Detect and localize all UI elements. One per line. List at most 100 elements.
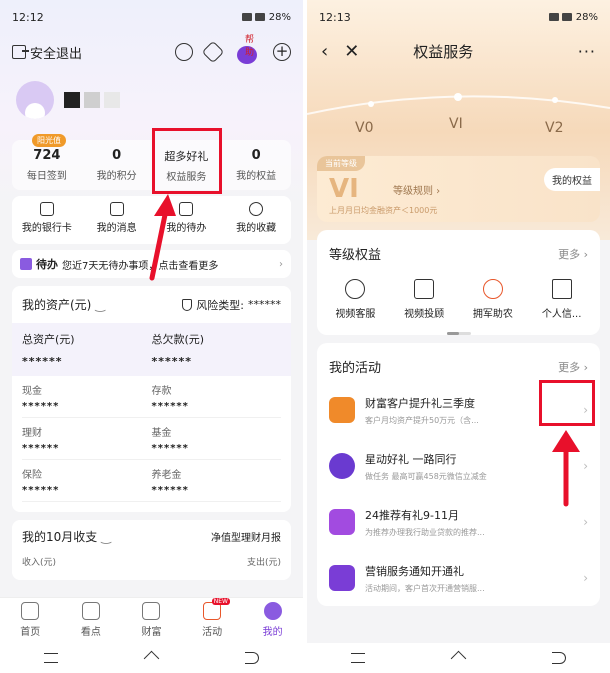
right-screen: 12:13 28% ‹ ✕ 权益服务 ··· V0 VI V2 当前等级 VI … [307, 0, 610, 673]
level-description: 上月月日均金融资产＜1000元 [329, 206, 438, 215]
home-nav-icon[interactable] [143, 650, 160, 666]
settings-icon[interactable] [201, 40, 225, 64]
stat-checkin[interactable]: 阳光值 724 每日签到 [12, 134, 82, 190]
tab-activity[interactable]: NEW 活动 [182, 598, 243, 643]
highlights-icon [81, 602, 100, 620]
level-v1: VI [449, 116, 463, 132]
stat-value: 0 [112, 148, 122, 163]
mascot-tag: 帮助 [245, 35, 255, 58]
bar-chart-icon [329, 397, 355, 423]
activities-title: 我的活动 [329, 361, 382, 376]
home-nav-icon[interactable] [450, 650, 467, 666]
status-time: 12:13 [319, 10, 351, 24]
right-video-advisor[interactable]: 视频投顾 [390, 279, 459, 320]
user-icon [263, 602, 282, 620]
income-header: 我的10月收支 ‿ 净值型理财月报 [22, 528, 281, 545]
asset-cell[interactable]: 养老金 ****** [151, 460, 281, 502]
system-nav-bar [307, 643, 610, 673]
logout-button[interactable]: 安全退出 [12, 43, 82, 62]
signal-icon [548, 13, 572, 21]
tab-mine[interactable]: 我的 [242, 598, 303, 643]
message-icon [109, 202, 124, 216]
stat-label: 我的积分 [96, 171, 137, 182]
total-assets[interactable]: 总资产(元) ****** [22, 331, 152, 368]
total-debt[interactable]: 总欠款(元) ****** [152, 331, 282, 368]
asset-cell[interactable]: 现金 ****** [22, 376, 152, 418]
stat-my-rights[interactable]: 0 我的权益 [221, 140, 291, 190]
bottom-tab-bar: 首页 看点 财富 NEW 活动 我的 [0, 597, 303, 643]
status-right: 28% [241, 11, 291, 23]
eye-icon[interactable]: ‿ [101, 530, 111, 544]
status-right: 28% [548, 11, 598, 23]
monthly-report-link[interactable]: 净值型理财月报 [211, 529, 281, 544]
close-icon[interactable]: ✕ [344, 41, 359, 62]
asset-cell[interactable]: 存款 ****** [151, 376, 281, 418]
help-mascot[interactable]: 帮助 [233, 35, 261, 66]
arrow-pointer-right [546, 428, 586, 508]
back-nav-icon[interactable] [552, 652, 566, 664]
eye-icon[interactable]: ‿ [95, 298, 105, 312]
home-icon [21, 602, 40, 620]
tab-home[interactable]: 首页 [0, 598, 61, 643]
more-icon[interactable]: ··· [578, 42, 596, 61]
back-arrow-icon[interactable]: ‹ [321, 41, 328, 62]
asset-cell-value: ****** [22, 485, 60, 496]
star-icon [249, 202, 264, 216]
quick-bank-card[interactable]: 我的银行卡 [12, 196, 82, 244]
avatar[interactable] [16, 81, 54, 119]
activities-header: 我的活动 更多 › [317, 343, 600, 382]
tab-highlights[interactable]: 看点 [61, 598, 122, 643]
shield-icon [182, 298, 193, 311]
rights-more-link[interactable]: 更多 › [558, 246, 588, 262]
highlight-box-rights-service [152, 128, 222, 194]
menu-icon[interactable] [351, 653, 365, 663]
total-debt-label: 总欠款(元) [151, 333, 205, 346]
level-rules-link[interactable]: 等级规则 › [393, 182, 440, 197]
top-bar: 安全退出 帮助 + [0, 34, 303, 70]
page-title: 权益服务 [413, 42, 474, 61]
income-in-label: 收入(元) [22, 558, 57, 568]
right-support-farmers[interactable]: 拥军助农 [459, 279, 528, 320]
tab-label: 首页 [20, 627, 41, 638]
activity-subtitle: 客户月均资产提升50万元（含... [365, 415, 479, 425]
activity-subtitle: 做任务 最高可赢458元微信立减金 [365, 471, 487, 481]
stat-points[interactable]: 0 我的积分 [82, 140, 152, 190]
right-video-service[interactable]: 视频客服 [321, 279, 390, 320]
profile-header[interactable] [0, 70, 303, 130]
quick-favorites[interactable]: 我的收藏 [221, 196, 291, 244]
asset-cell[interactable]: 保险 ****** [22, 460, 152, 502]
activities-more-link[interactable]: 更多 › [558, 359, 588, 375]
current-level: VI [329, 174, 359, 204]
activity-title: 星动好礼 一路同行 [365, 452, 457, 466]
battery-level: 28% [575, 11, 598, 23]
asset-cell[interactable]: 基金 ****** [151, 418, 281, 460]
risk-type[interactable]: 风险类型: ****** [182, 297, 281, 313]
current-level-card: 当前等级 VI 等级规则 › 上月月日均金融资产＜1000元 我的权益 [317, 156, 600, 222]
activity-subtitle: 活动期间，客户首次开通营销服... [365, 583, 485, 593]
add-icon[interactable]: + [273, 43, 291, 61]
income-title: 我的10月收支 [22, 530, 98, 544]
menu-icon[interactable] [44, 653, 58, 663]
level-track: V0 VI V2 [307, 68, 610, 148]
right-label: 视频投顾 [404, 309, 445, 320]
asset-breakdown: 现金 ****** 存款 ****** 理财 ****** 基金 ****** 保险 **… [22, 376, 281, 502]
my-rights-button[interactable]: 我的权益 [544, 168, 600, 191]
back-nav-icon[interactable] [245, 652, 259, 664]
total-assets-label: 总资产(元) [22, 333, 75, 346]
activity-item[interactable]: 营销服务通知开通礼 活动期间，客户首次开通营销服... › [317, 550, 600, 606]
highlight-box-activities-more [539, 380, 595, 426]
asset-cell-label: 存款 [151, 386, 172, 397]
todo-icon [20, 258, 32, 270]
right-label: 拥军助农 [472, 309, 513, 320]
assets-title: 我的资产(元) [22, 298, 92, 312]
chat-icon [345, 279, 366, 299]
right-personal-info[interactable]: 个人信... [527, 279, 596, 320]
search-icon[interactable] [175, 43, 193, 61]
asset-cell-label: 基金 [151, 428, 172, 439]
asset-cell[interactable]: 理财 ****** [22, 418, 152, 460]
logout-label: 安全退出 [30, 46, 83, 62]
asset-cell-label: 现金 [22, 386, 42, 397]
sun-badge: 阳光值 [32, 134, 66, 147]
tab-wealth[interactable]: 财富 [121, 598, 182, 643]
battery-level: 28% [268, 11, 291, 23]
